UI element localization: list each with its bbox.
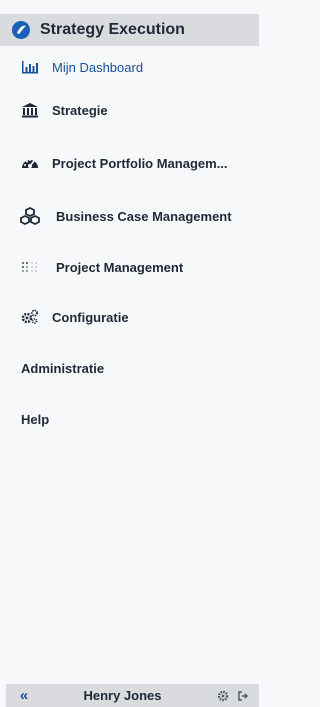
sidebar-item-label: Project Portfolio Managem... — [52, 155, 228, 171]
sidebar-item-business-case[interactable]: Business Case Management — [0, 201, 259, 231]
logo-icon — [10, 19, 32, 41]
sidebar-nav: Mijn Dashboard Strategie Project Portfol… — [0, 52, 259, 434]
sidebar-item-administratie[interactable]: Administratie — [0, 353, 259, 383]
app-title: Strategy Execution — [40, 21, 185, 38]
grid-dots-icon — [18, 258, 42, 276]
sidebar-item-mijn-dashboard[interactable]: Mijn Dashboard — [0, 52, 259, 82]
gears-icon — [18, 308, 42, 326]
sidebar-item-project-portfolio[interactable]: Project Portfolio Managem... — [0, 148, 259, 178]
sidebar-item-label: Mijn Dashboard — [52, 59, 144, 75]
sidebar-footer: « Henry Jones — [6, 684, 259, 707]
sidebar-item-help[interactable]: Help — [0, 404, 259, 434]
app-header: Strategy Execution — [0, 14, 259, 46]
sign-out-icon[interactable] — [233, 684, 253, 707]
cubes-icon — [18, 207, 42, 225]
sidebar-item-label: Project Management — [56, 259, 184, 275]
sidebar-item-strategie[interactable]: Strategie — [0, 95, 259, 125]
sidebar-item-label: Administratie — [21, 360, 105, 376]
dashboard-gauge-icon — [18, 154, 42, 172]
institution-icon — [18, 101, 42, 119]
sidebar-item-label: Business Case Management — [56, 208, 232, 224]
sidebar-item-label: Help — [21, 411, 50, 427]
gear-icon[interactable] — [213, 684, 233, 707]
sidebar-item-label: Configuratie — [52, 309, 129, 325]
sidebar-item-label: Strategie — [52, 102, 108, 118]
collapse-sidebar-button[interactable]: « — [6, 684, 42, 707]
sidebar-item-project-management[interactable]: Project Management — [0, 252, 259, 282]
bar-chart-icon — [18, 58, 42, 76]
user-name[interactable]: Henry Jones — [42, 688, 213, 703]
sidebar-item-configuratie[interactable]: Configuratie — [0, 302, 259, 332]
